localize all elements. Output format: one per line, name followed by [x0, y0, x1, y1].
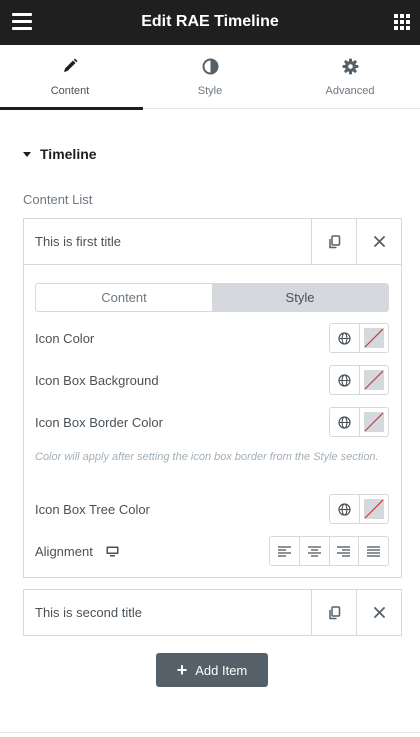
close-icon	[373, 607, 385, 618]
color-picker	[329, 365, 389, 395]
tab-content[interactable]: Content	[0, 45, 143, 110]
icon-box-tree-color-control: Icon Box Tree Color	[35, 494, 389, 524]
align-center-button[interactable]	[300, 537, 330, 565]
add-item-button[interactable]: + Add Item	[156, 653, 268, 687]
globe-icon	[338, 373, 351, 387]
repeater-item-body: Content Style Icon Color Icon Box Backgr…	[24, 264, 401, 577]
remove-button[interactable]	[356, 219, 401, 264]
add-item-label: Add Item	[195, 662, 248, 678]
empty-color-swatch[interactable]	[360, 495, 389, 523]
tab-style[interactable]: Style	[140, 45, 280, 109]
border-color-note: Color will apply after setting the icon …	[35, 451, 379, 463]
copy-icon	[328, 605, 340, 619]
content-style-switcher: Content Style	[35, 283, 389, 312]
duplicate-button[interactable]	[311, 219, 356, 264]
section-toggle-timeline[interactable]: Timeline	[23, 146, 97, 162]
duplicate-button[interactable]	[311, 590, 356, 635]
alignment-choices	[269, 536, 389, 566]
repeater-item: This is second title	[23, 589, 402, 636]
globe-icon	[338, 331, 351, 345]
remove-button[interactable]	[356, 590, 401, 635]
empty-color-swatch[interactable]	[360, 408, 389, 436]
icon-box-background-control: Icon Box Background	[35, 365, 389, 395]
tab-content-label: Content	[50, 85, 90, 97]
switch-content[interactable]: Content	[36, 284, 212, 311]
globe-icon	[338, 415, 351, 429]
panel-tabs: Content Style Advanced	[0, 45, 420, 110]
empty-color-swatch[interactable]	[360, 366, 389, 394]
color-picker	[329, 323, 389, 353]
empty-color-swatch[interactable]	[360, 324, 389, 352]
global-colors-button[interactable]	[330, 495, 360, 523]
switch-style[interactable]: Style	[212, 284, 388, 311]
half-circle-icon	[140, 58, 280, 76]
tab-advanced-label: Advanced	[325, 85, 375, 97]
align-left-icon	[277, 545, 291, 557]
repeater-item-title: This is second title	[35, 605, 142, 620]
grid-icon[interactable]	[394, 14, 410, 30]
tab-style-label: Style	[197, 85, 223, 97]
pencil-icon	[0, 58, 140, 76]
alignment-control: Alignment	[35, 536, 389, 566]
align-center-icon	[307, 545, 321, 557]
icon-box-background-label: Icon Box Background	[35, 373, 159, 388]
copy-icon	[328, 234, 340, 248]
content-list-label: Content List	[23, 192, 93, 207]
align-left-button[interactable]	[270, 537, 300, 565]
plus-icon: +	[176, 660, 188, 680]
close-icon	[373, 236, 385, 247]
global-colors-button[interactable]	[330, 366, 360, 394]
color-picker	[329, 494, 389, 524]
repeater-item: This is first title Content Style Icon C…	[23, 218, 402, 578]
tab-advanced[interactable]: Advanced	[280, 45, 420, 109]
panel-header: Edit RAE Timeline	[0, 0, 420, 45]
repeater-item-header[interactable]: This is first title	[24, 219, 401, 264]
repeater-item-header[interactable]: This is second title	[24, 590, 401, 635]
align-justify-button[interactable]	[359, 537, 388, 565]
repeater-item-title: This is first title	[35, 234, 121, 249]
section-title: Timeline	[40, 146, 97, 162]
alignment-label-text: Alignment	[35, 544, 93, 559]
global-colors-button[interactable]	[330, 324, 360, 352]
icon-box-border-color-control: Icon Box Border Color	[35, 407, 389, 437]
align-right-button[interactable]	[330, 537, 360, 565]
globe-icon	[338, 502, 351, 516]
icon-box-border-color-label: Icon Box Border Color	[35, 415, 163, 430]
desktop-icon[interactable]	[106, 546, 119, 557]
align-right-icon	[337, 545, 351, 557]
global-colors-button[interactable]	[330, 408, 360, 436]
icon-box-tree-color-label: Icon Box Tree Color	[35, 502, 150, 517]
gear-icon	[280, 58, 420, 76]
icon-color-label: Icon Color	[35, 331, 95, 346]
caret-down-icon	[23, 151, 31, 157]
divider	[0, 732, 420, 733]
icon-color-control: Icon Color	[35, 323, 389, 353]
color-picker	[329, 407, 389, 437]
alignment-label: Alignment	[35, 544, 119, 559]
panel-title: Edit RAE Timeline	[141, 13, 279, 30]
align-justify-icon	[367, 545, 381, 557]
